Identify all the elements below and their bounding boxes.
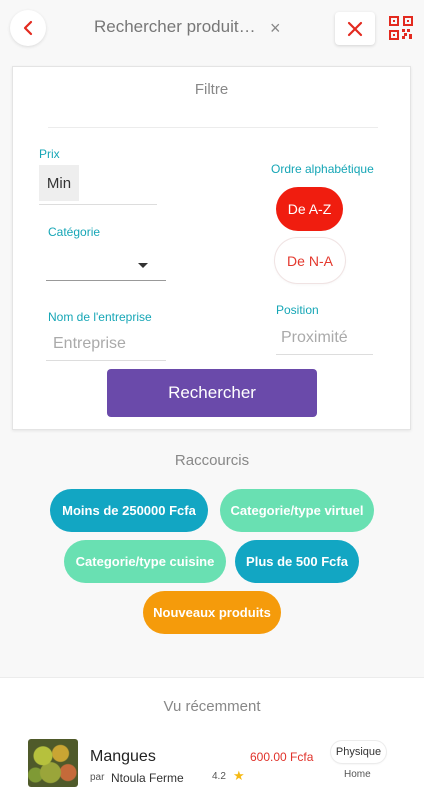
product-category: Home [344, 769, 371, 780]
star-icon: ★ [233, 768, 245, 783]
search-button[interactable]: Rechercher [107, 369, 317, 417]
min-price-field[interactable]: Min [39, 165, 79, 201]
seller-name[interactable]: Ntoula Ferme [111, 771, 184, 785]
alphabetical-order-label: Ordre alphabétique [271, 162, 374, 176]
filter-title: Filtre [194, 81, 229, 98]
chevron-left-icon [23, 20, 33, 36]
sort-a-z-button[interactable]: De A-Z [276, 187, 343, 231]
divider [48, 127, 378, 128]
position-label: Position [276, 303, 319, 317]
back-button[interactable] [10, 10, 46, 46]
price-label: Prix [39, 147, 60, 161]
shortcut-chip[interactable]: Plus de 500 Fcfa [235, 540, 359, 583]
shortcut-chip[interactable]: Nouveaux produits [143, 591, 281, 634]
recently-viewed-title: Vu récemment [163, 698, 261, 715]
sort-n-a-button[interactable]: De N-A [275, 238, 345, 283]
company-input[interactable]: Entreprise [46, 333, 166, 361]
search-input[interactable]: Rechercher produits ... [94, 17, 262, 37]
by-label: par [90, 772, 105, 783]
caret-down-icon [138, 263, 148, 268]
product-rating: 4.2 [212, 771, 226, 782]
filter-card: Filtre Prix Min Catégorie Nom de l'entre… [12, 66, 411, 430]
shortcut-chip[interactable]: Moins de 250000 Fcfa [50, 489, 208, 532]
product-type-badge: Physique [331, 741, 386, 763]
recently-viewed-section: Vu récemment Mangues par Ntoula Ferme 60… [0, 677, 424, 796]
company-name-label: Nom de l'entreprise [48, 310, 152, 324]
category-select[interactable] [46, 254, 166, 281]
product-name[interactable]: Mangues [90, 748, 156, 766]
price-field-underline [39, 204, 157, 205]
product-price: 600.00 Fcfa [250, 750, 314, 764]
position-input[interactable]: Proximité [276, 327, 373, 355]
search-filter-page: Rechercher produits ... × Filtre Prix Mi… [0, 0, 424, 796]
category-label: Catégorie [48, 225, 101, 239]
product-thumbnail[interactable] [28, 739, 78, 787]
qr-code-icon[interactable] [389, 16, 413, 40]
close-icon [347, 21, 363, 36]
top-bar: Rechercher produits ... × [0, 0, 424, 58]
close-filter-button[interactable] [335, 12, 375, 45]
shortcuts-title: Raccourcis [174, 452, 250, 469]
clear-search-icon[interactable]: × [270, 18, 281, 38]
shortcut-chip[interactable]: Categorie/type virtuel [220, 489, 374, 532]
shortcut-chip[interactable]: Categorie/type cuisine [64, 540, 226, 583]
